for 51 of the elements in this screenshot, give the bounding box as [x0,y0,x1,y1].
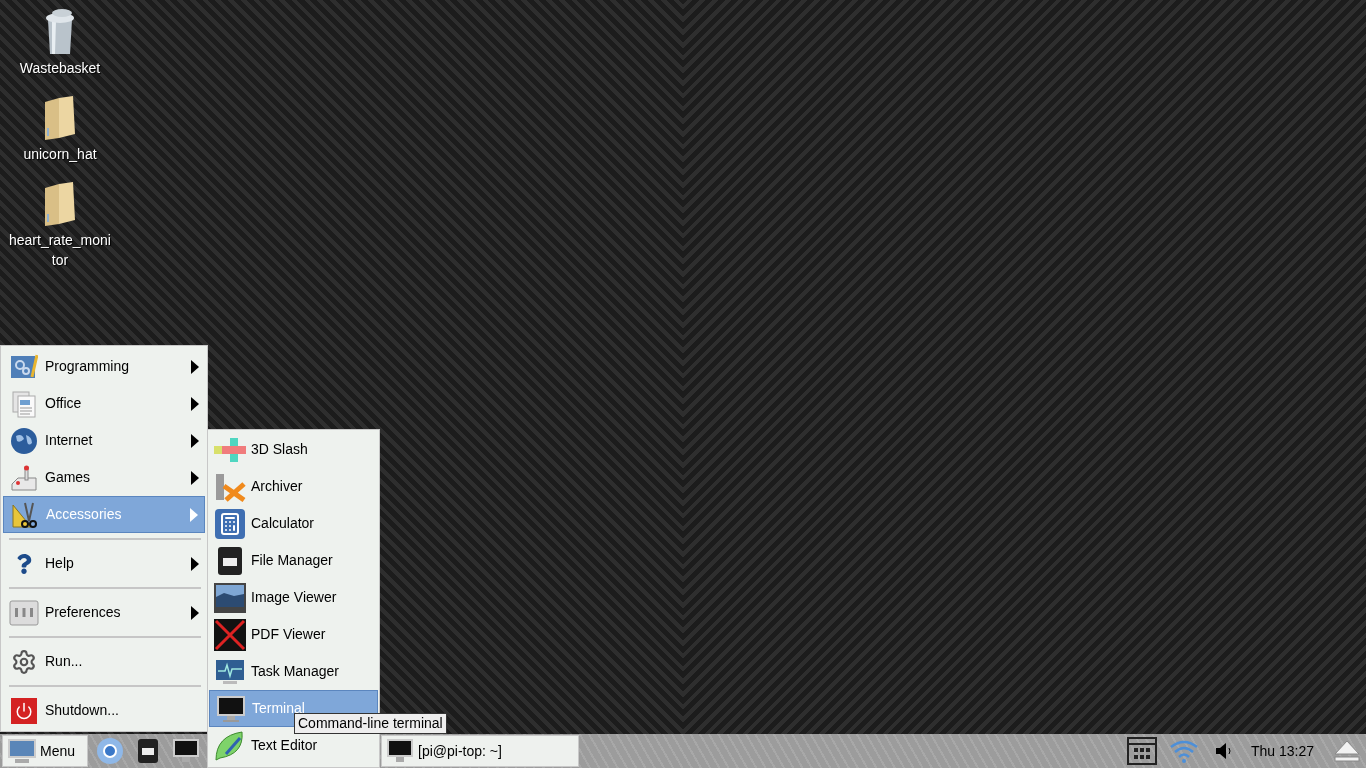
pulse-monitor-icon [215,658,245,685]
desktop-icon-label[interactable]: heart_rate_moni tor [4,230,116,270]
tooltip: Command-line terminal [294,713,447,734]
monitor-icon [386,738,414,764]
calculator-icon [215,508,245,539]
browser-icon[interactable] [96,737,125,765]
submenu-arrow-icon [191,605,199,620]
menu-item[interactable]: 3D Slash [209,431,378,468]
leaf-with-pencil-icon [214,729,246,762]
landscape-icon [214,582,246,613]
menu-item[interactable]: File Manager [209,542,378,579]
settings-icon [11,648,37,675]
app-grid-icon[interactable] [1126,737,1157,765]
eject-icon[interactable] [1334,740,1360,762]
submenu-arrow-icon [191,396,199,411]
trash-can-icon [44,8,76,56]
menu-item[interactable]: PDF Viewer [209,616,378,653]
desktop-icon-label[interactable]: Wastebasket [4,58,116,78]
menu-item[interactable]: Archiver [209,468,378,505]
globe-icon [10,426,38,455]
monitor-icon [7,738,37,764]
submenu-arrow-icon [191,556,199,571]
folder-icon [43,94,77,142]
submenu-arrow-icon [191,470,199,485]
menu-item[interactable]: Programming [3,348,205,385]
monitor-icon[interactable] [171,738,200,764]
menu-item[interactable]: Internet [3,422,205,459]
menu-item[interactable]: Image Viewer [209,579,378,616]
colored-cross-icon [214,437,246,462]
gears-on-screen-icon [10,352,38,381]
desktop-icon-label[interactable]: unicorn_hat [4,144,116,164]
switches-icon [9,599,39,626]
window-button[interactable]: [pi@pi-top: ~] [381,735,579,767]
clock[interactable]: Thu 13:27 [1250,740,1314,762]
folder-icon [43,180,77,228]
file-cabinet-icon [217,545,243,576]
menu-item[interactable]: Calculator [209,505,378,542]
monitor-icon [216,694,246,723]
menu-button[interactable]: Menu [2,735,88,767]
menu-item[interactable]: Task Manager [209,653,378,690]
submenu-arrow-icon [191,359,199,374]
file-cabinet-icon[interactable] [137,738,159,764]
documents-icon [10,389,38,418]
menu-item[interactable]: Office [3,385,205,422]
menu-item[interactable]: Games [3,459,205,496]
submenu-arrow-icon [190,507,198,522]
joystick-icon [10,463,38,492]
ruler-and-scissors-icon [11,500,39,529]
submenu-arrow-icon [191,433,199,448]
speaker-icon[interactable] [1214,741,1233,761]
power-icon [11,697,37,724]
